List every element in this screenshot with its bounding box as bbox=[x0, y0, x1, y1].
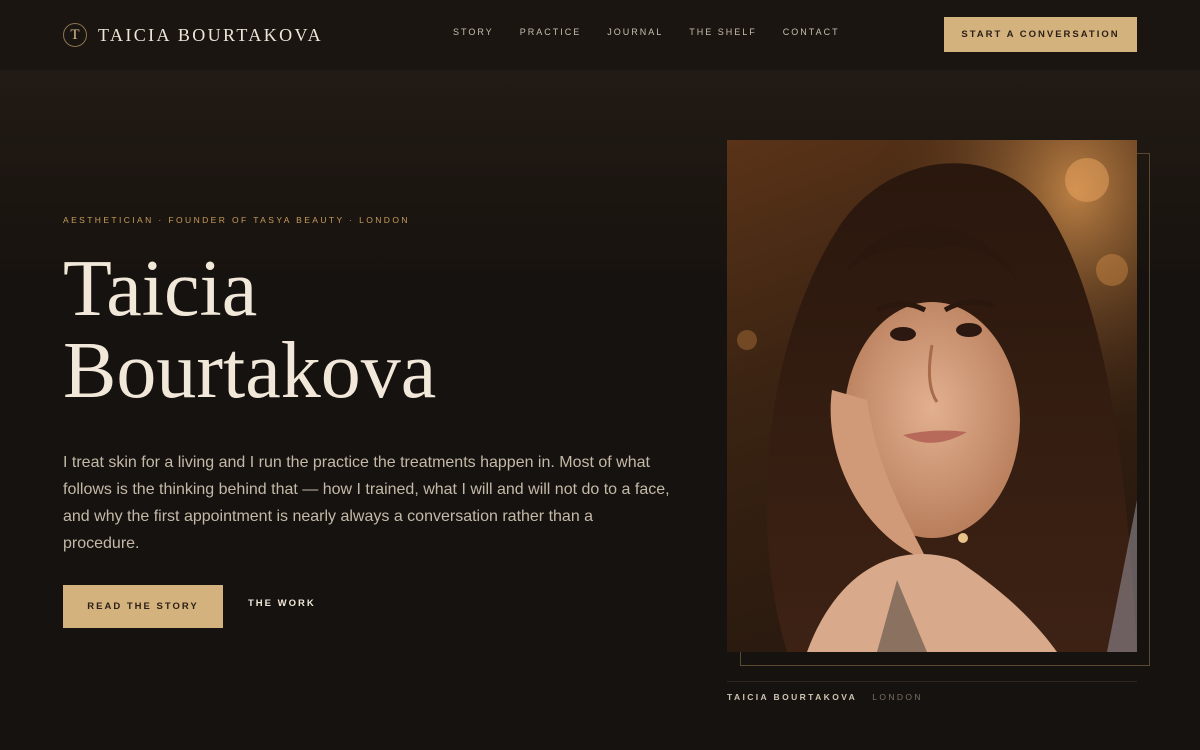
nav-item-contact[interactable]: CONTACT bbox=[783, 27, 840, 37]
portrait-caption: TAICIA BOURTAKOVA LONDON bbox=[727, 692, 923, 702]
the-work-link[interactable]: THE WORK bbox=[248, 598, 316, 609]
caption-name: TAICIA BOURTAKOVA bbox=[727, 692, 858, 702]
hero-title-line-2: Bourtakova bbox=[63, 327, 437, 415]
caption-divider bbox=[727, 681, 1137, 682]
hero-lede: I treat skin for a living and I run the … bbox=[63, 454, 670, 552]
site-header: T TAICIA BOURTAKOVA STORY PRACTICE JOURN… bbox=[0, 0, 1200, 70]
monogram-icon: T bbox=[63, 23, 87, 47]
nav-item-practice[interactable]: PRACTICE bbox=[520, 27, 582, 37]
brand-name: TAICIA BOURTAKOVA bbox=[98, 24, 324, 45]
start-conversation-button[interactable]: START A CONVERSATION bbox=[944, 17, 1137, 52]
hero-title-line-1: Taicia bbox=[63, 245, 258, 333]
portrait-photo bbox=[727, 140, 1137, 652]
nav-item-the-shelf[interactable]: THE SHELF bbox=[689, 27, 757, 37]
read-the-story-button[interactable]: READ THE STORY bbox=[63, 585, 223, 628]
main-nav: STORY PRACTICE JOURNAL THE SHELF CONTACT bbox=[453, 27, 840, 37]
hero-eyebrow: AESTHETICIAN · FOUNDER OF TASYA BEAUTY ·… bbox=[63, 215, 410, 225]
brand-logo[interactable]: T TAICIA BOURTAKOVA bbox=[63, 23, 323, 47]
nav-item-journal[interactable]: JOURNAL bbox=[607, 27, 663, 37]
nav-item-story[interactable]: STORY bbox=[453, 27, 494, 37]
caption-place: LONDON bbox=[872, 692, 923, 702]
portrait-illustration bbox=[727, 140, 1137, 652]
hero-title: Taicia Bourtakova bbox=[63, 248, 436, 412]
